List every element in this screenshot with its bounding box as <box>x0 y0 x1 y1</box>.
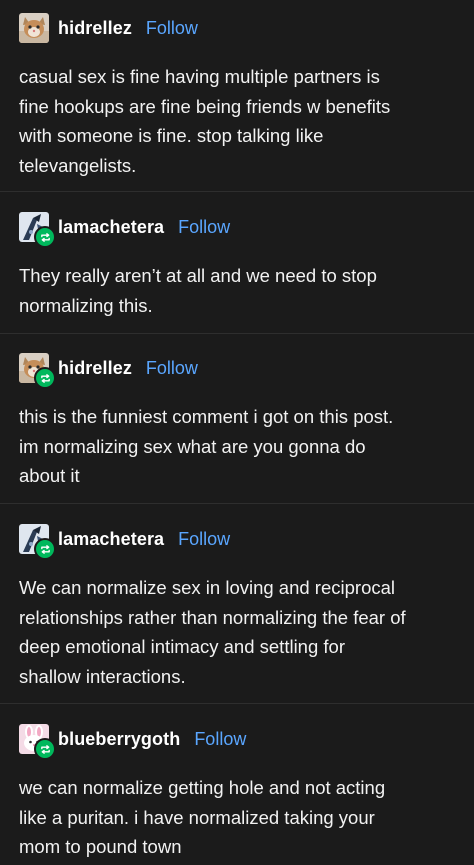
post-lamachetera-1: lamachetera Follow They really aren’t at… <box>0 212 474 320</box>
reblog-thread: hidrellez Follow casual sex is fine havi… <box>0 0 474 865</box>
username[interactable]: blueberrygoth <box>58 729 180 750</box>
post-header: lamachetera Follow <box>19 524 462 560</box>
follow-button[interactable]: Follow <box>146 18 198 39</box>
follow-button[interactable]: Follow <box>194 729 246 750</box>
post-divider <box>0 503 474 504</box>
post-text: casual sex is fine having multiple partn… <box>19 66 391 176</box>
post-text: They really aren’t at all and we need to… <box>19 265 377 316</box>
follow-button[interactable]: Follow <box>178 529 230 550</box>
post-text: we can normalize getting hole and not ac… <box>19 777 386 857</box>
post-lamachetera-2: lamachetera Follow We can normalize sex … <box>0 524 474 691</box>
post-header: lamachetera Follow <box>19 212 462 248</box>
username[interactable]: lamachetera <box>58 529 164 550</box>
username[interactable]: hidrellez <box>58 358 132 379</box>
post-header: hidrellez Follow <box>19 13 462 43</box>
reblog-icon <box>34 738 56 760</box>
post-hidrellez-1: hidrellez Follow casual sex is fine havi… <box>0 13 474 180</box>
avatar[interactable] <box>19 212 56 248</box>
reblog-icon <box>34 226 56 248</box>
post-header: blueberrygoth Follow <box>19 724 462 760</box>
username[interactable]: lamachetera <box>58 217 164 238</box>
avatar[interactable] <box>19 13 49 43</box>
post-hidrellez-2: hidrellez Follow this is the funniest co… <box>0 353 474 491</box>
post-text: We can normalize sex in loving and recip… <box>19 577 406 687</box>
post-text: this is the funniest comment i got on th… <box>19 406 394 486</box>
post-divider <box>0 703 474 704</box>
follow-button[interactable]: Follow <box>178 217 230 238</box>
avatar[interactable] <box>19 353 56 389</box>
post-header: hidrellez Follow <box>19 353 462 389</box>
reblog-icon <box>34 538 56 560</box>
avatar[interactable] <box>19 524 56 560</box>
post-blueberrygoth: blueberrygoth Follow we can normalize ge… <box>0 724 474 862</box>
avatar[interactable] <box>19 724 56 760</box>
cat-avatar-icon <box>19 13 49 43</box>
follow-button[interactable]: Follow <box>146 358 198 379</box>
username[interactable]: hidrellez <box>58 18 132 39</box>
reblog-icon <box>34 367 56 389</box>
post-divider <box>0 191 474 192</box>
post-divider <box>0 333 474 334</box>
